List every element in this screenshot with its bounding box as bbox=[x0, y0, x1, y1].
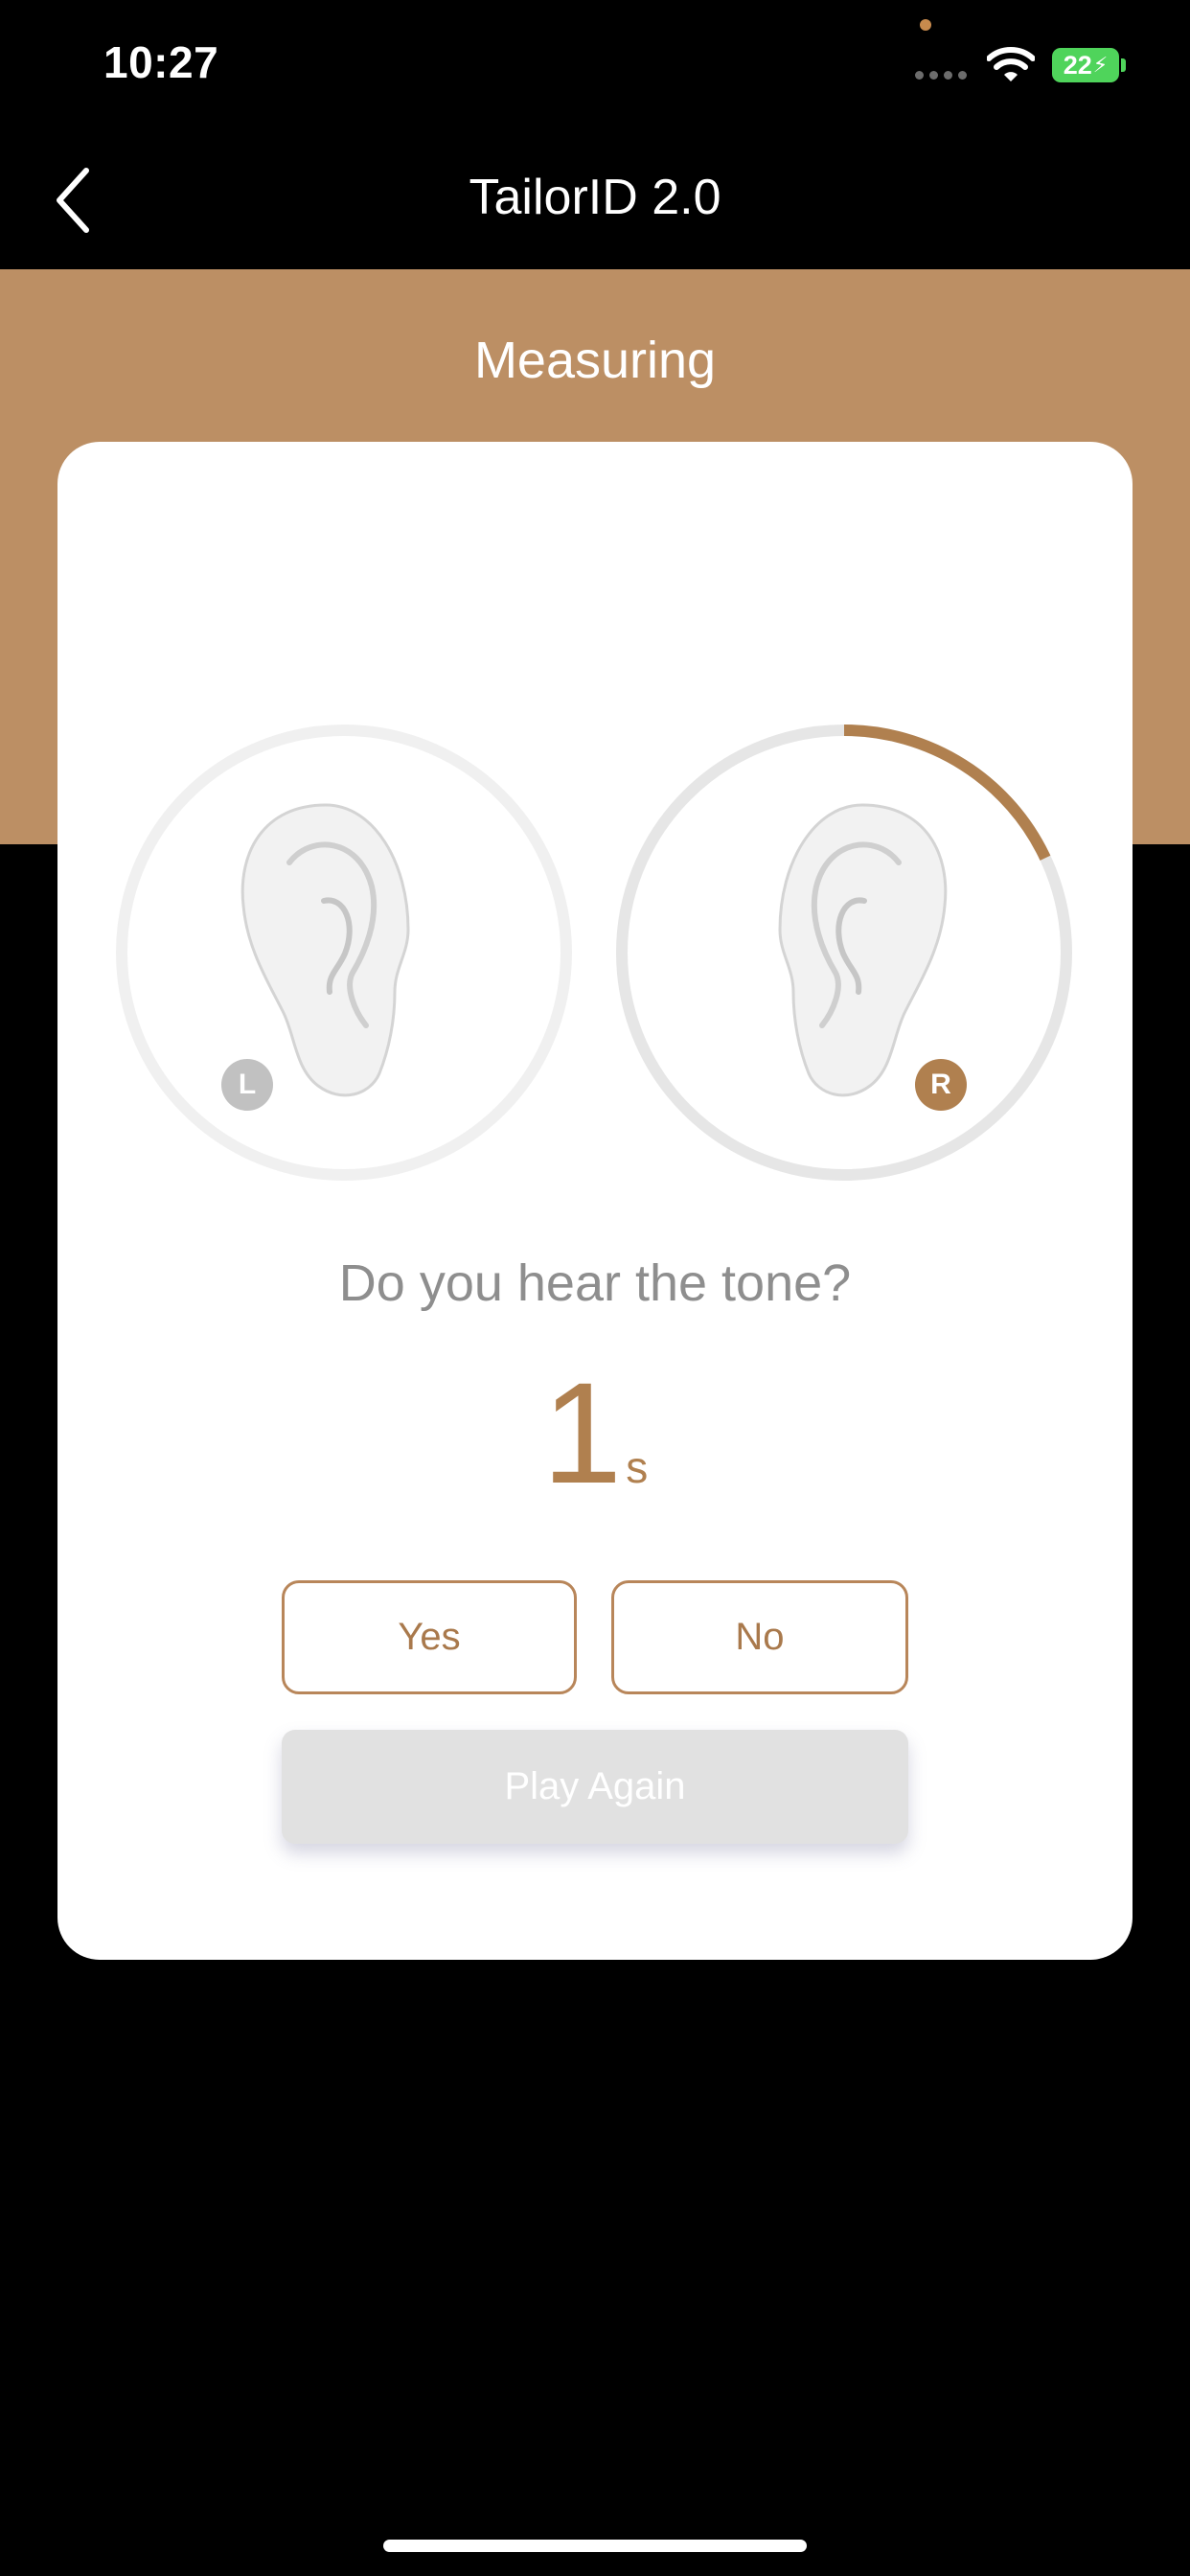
status-time: 10:27 bbox=[103, 37, 219, 87]
measuring-title: Measuring bbox=[473, 332, 717, 389]
play-again-button[interactable]: Play Again bbox=[282, 1730, 908, 1844]
right-ear-badge: R bbox=[915, 1059, 967, 1111]
left-ear-progress-ring bbox=[116, 724, 572, 1181]
home-indicator[interactable] bbox=[383, 2540, 807, 2552]
no-button[interactable]: No bbox=[611, 1580, 908, 1694]
battery-tip bbox=[1121, 58, 1126, 72]
tone-question: Do you hear the tone? bbox=[338, 1254, 852, 1312]
yes-button[interactable]: Yes bbox=[282, 1580, 577, 1694]
countdown-unit: s bbox=[626, 1442, 649, 1492]
page-title: TailorID 2.0 bbox=[469, 170, 721, 225]
battery-charging-icon: 22 ⚡ bbox=[1052, 48, 1119, 82]
left-ear-badge: L bbox=[221, 1059, 273, 1111]
countdown-timer: 1s bbox=[0, 1361, 1190, 1505]
countdown-value: 1 bbox=[541, 1352, 623, 1513]
camera-indicator-dot bbox=[920, 19, 931, 31]
wifi-icon bbox=[987, 47, 1035, 81]
right-ear-progress-ring bbox=[616, 724, 1072, 1181]
battery-level: 22 bbox=[1063, 50, 1092, 80]
cellular-signal-icon bbox=[915, 71, 967, 80]
